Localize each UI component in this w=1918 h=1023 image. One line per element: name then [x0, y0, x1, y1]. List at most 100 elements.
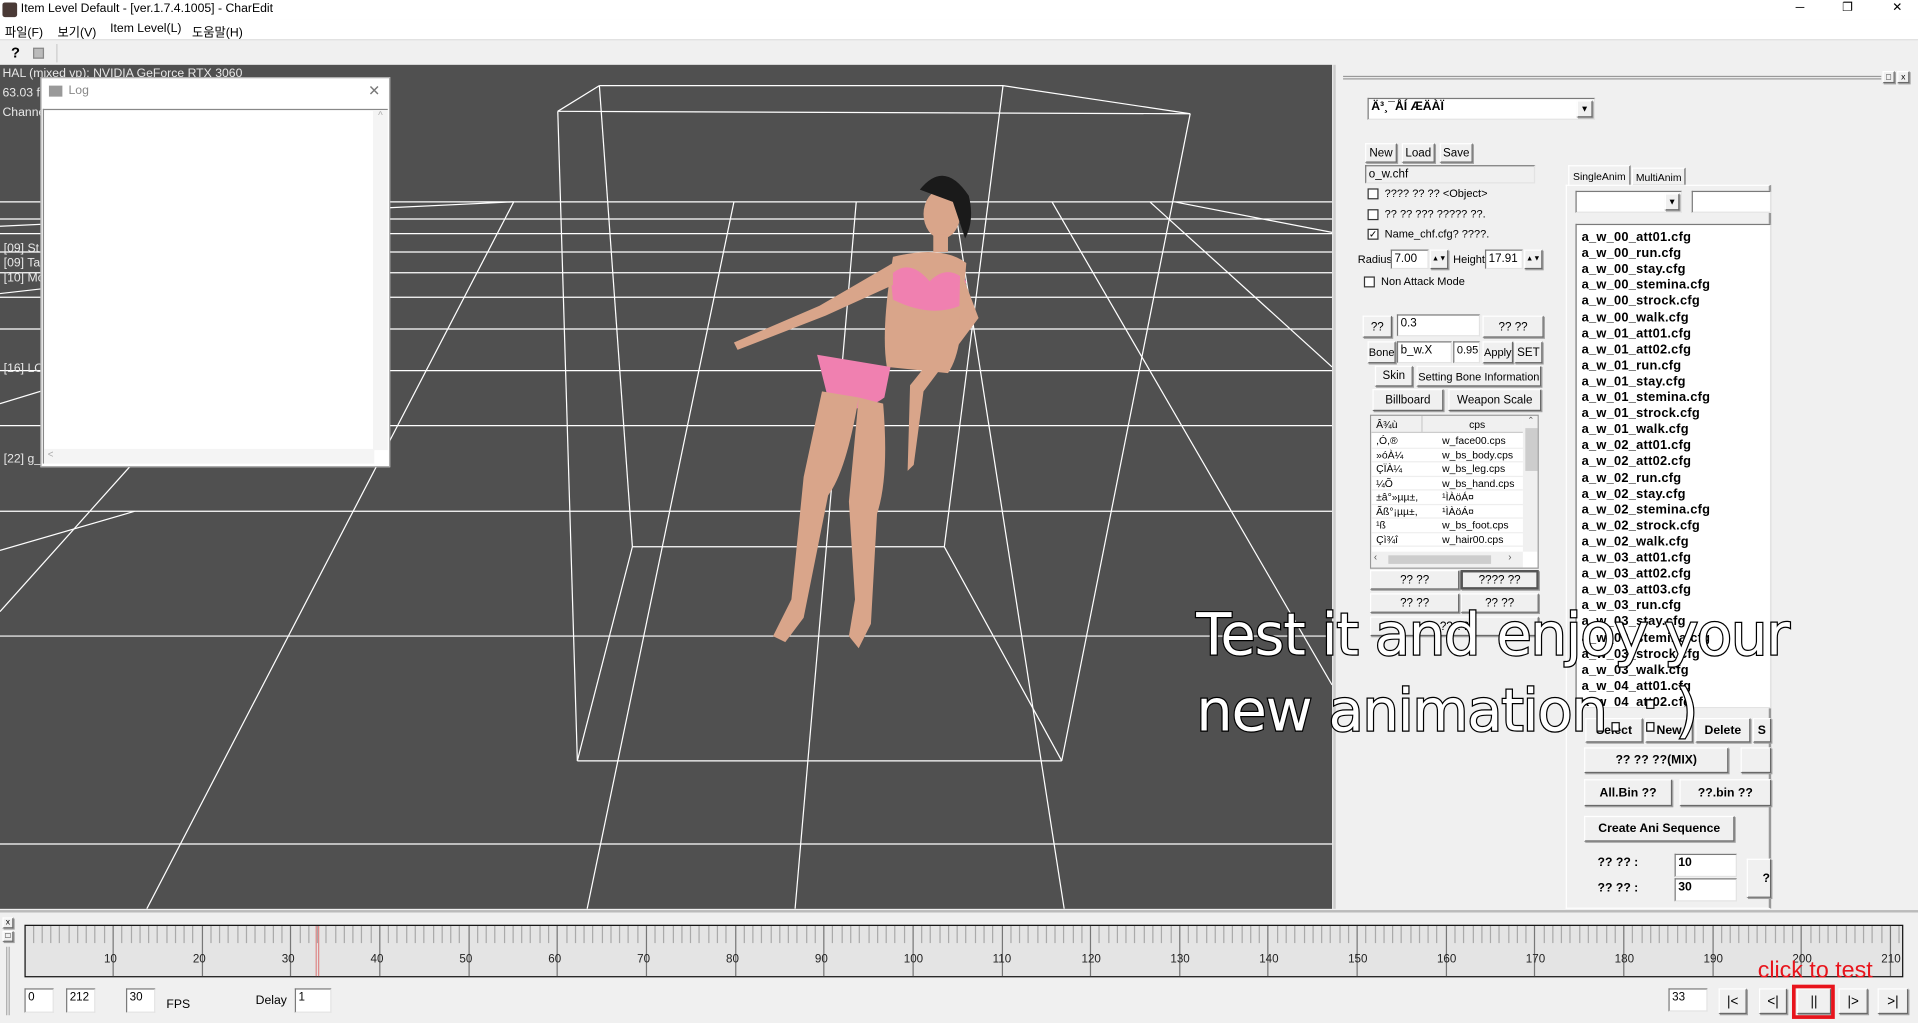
- playhead-marker[interactable]: [315, 925, 320, 977]
- bone-button[interactable]: Bone: [1367, 341, 1396, 364]
- list-item[interactable]: a_w_01_run.cfg: [1582, 358, 1682, 373]
- current-frame-field[interactable]: 33: [1668, 988, 1708, 1012]
- tab-multi-anim[interactable]: MultiAnim: [1631, 167, 1686, 186]
- anim-filter-combo[interactable]: ▼: [1575, 190, 1682, 213]
- timeline-float-button[interactable]: □: [2, 930, 14, 942]
- first-frame-button[interactable]: |<: [1718, 988, 1747, 1015]
- timeline-ruler[interactable]: 10 20 30 40 50 60 70 80 90 100 110 120 130 140 150 160 1…: [24, 924, 1904, 978]
- list-item[interactable]: a_w_02_att01.cfg: [1582, 438, 1692, 453]
- help-icon[interactable]: ?: [11, 44, 20, 61]
- file-type-combo[interactable]: Ä³¸¯ÅÍ ÆÄÀÏ ▼: [1367, 97, 1596, 120]
- checkbox-option2[interactable]: [1367, 209, 1379, 221]
- list-item[interactable]: a_w_00_stay.cfg: [1582, 262, 1686, 277]
- column-header-cps[interactable]: cps: [1469, 418, 1485, 430]
- height-field[interactable]: 17.91: [1484, 249, 1523, 270]
- table-row[interactable]: ÇÏÀ¼ w_bs_leg.cps: [1371, 462, 1523, 477]
- list-item[interactable]: a_w_03_att02.cfg: [1582, 566, 1692, 581]
- tab-single-anim[interactable]: SingleAnim: [1568, 165, 1631, 186]
- height-spinner[interactable]: ▲▼: [1524, 249, 1543, 270]
- q-value-field[interactable]: 0.3: [1396, 314, 1481, 337]
- skin-button[interactable]: Skin: [1374, 365, 1413, 387]
- list-item[interactable]: a_w_02_att02.cfg: [1582, 454, 1692, 469]
- save-button[interactable]: Save: [1439, 143, 1473, 163]
- refresh-icon[interactable]: [33, 47, 45, 59]
- field2-input[interactable]: 30: [1674, 878, 1737, 902]
- timeline-close-button[interactable]: x: [2, 917, 14, 929]
- anim-search-field[interactable]: [1691, 190, 1772, 213]
- billboard-button[interactable]: Billboard: [1372, 388, 1444, 411]
- list-item[interactable]: a_w_01_stay.cfg: [1582, 374, 1686, 389]
- parts-button-2[interactable]: ???? ??: [1460, 570, 1539, 590]
- list-item[interactable]: a_w_03_att01.cfg: [1582, 550, 1692, 565]
- checkbox-name-chf[interactable]: ✓: [1367, 228, 1379, 240]
- column-header-part[interactable]: Â¾ù: [1376, 418, 1397, 430]
- list-item[interactable]: a_w_02_walk.cfg: [1582, 534, 1689, 549]
- chf-file-field[interactable]: o_w.chf: [1365, 165, 1536, 184]
- new-button[interactable]: New: [1365, 143, 1397, 163]
- q-button[interactable]: ??: [1362, 315, 1393, 338]
- list-item[interactable]: a_w_01_strock.cfg: [1582, 406, 1700, 421]
- start-frame-field[interactable]: 0: [24, 988, 54, 1013]
- delay-field[interactable]: 1: [294, 988, 332, 1013]
- minimize-button[interactable]: ─: [1796, 1, 1805, 14]
- last-frame-button[interactable]: >|: [1877, 988, 1909, 1015]
- menu-file[interactable]: 파일(F): [5, 22, 43, 40]
- close-button[interactable]: ✕: [1892, 1, 1902, 14]
- list-item[interactable]: a_w_01_stemina.cfg: [1582, 390, 1711, 405]
- non-attack-checkbox[interactable]: [1363, 276, 1375, 288]
- log-content[interactable]: ^ <: [42, 108, 388, 464]
- table-row[interactable]: ¼Õ w_bs_hand.cps: [1371, 476, 1523, 491]
- table-row[interactable]: ±â°»µµ±, ¹ÌÀöÁ¤: [1371, 491, 1523, 505]
- mix-button[interactable]: ?? ?? ??(MIX): [1584, 747, 1729, 774]
- list-item[interactable]: a_w_02_run.cfg: [1582, 470, 1682, 485]
- list-item[interactable]: a_w_01_att01.cfg: [1582, 326, 1692, 341]
- bone-scale-field[interactable]: 0.95: [1453, 341, 1481, 364]
- list-item[interactable]: a_w_00_stemina.cfg: [1582, 278, 1711, 293]
- delete-button[interactable]: Delete: [1695, 718, 1751, 743]
- s-button[interactable]: S: [1752, 718, 1772, 743]
- list-item[interactable]: a_w_02_strock.cfg: [1582, 518, 1700, 533]
- list-item[interactable]: a_w_02_stemina.cfg: [1582, 502, 1711, 517]
- list-item[interactable]: a_w_00_strock.cfg: [1582, 294, 1700, 309]
- parts-button-1[interactable]: ?? ??: [1369, 570, 1460, 590]
- panel-float-button[interactable]: □: [1882, 70, 1895, 84]
- all-bin-button[interactable]: All.Bin ??: [1584, 779, 1673, 807]
- table-row[interactable]: »óÀ¼ w_bs_body.cps: [1371, 448, 1523, 463]
- load-button[interactable]: Load: [1401, 143, 1435, 163]
- bone-name-field[interactable]: b_w.X: [1396, 341, 1452, 364]
- checkbox-object[interactable]: [1367, 188, 1379, 200]
- end-frame-field[interactable]: 212: [66, 988, 96, 1013]
- qq-button[interactable]: ?? ??: [1482, 315, 1544, 338]
- radius-field[interactable]: 7.00: [1390, 249, 1429, 270]
- apply-button[interactable]: Apply: [1482, 341, 1514, 364]
- setting-bone-info-button[interactable]: Setting Bone Information: [1416, 365, 1542, 387]
- log-close-button[interactable]: ✕: [368, 82, 380, 99]
- table-row[interactable]: Ãß°¡µµ±, ¹ÌÀöÁ¤: [1371, 505, 1523, 519]
- next-frame-button[interactable]: |>: [1838, 988, 1868, 1015]
- chevron-down-icon[interactable]: ▼: [1664, 193, 1680, 211]
- menu-help[interactable]: 도움말(H): [192, 22, 243, 40]
- log-hscrollbar[interactable]: <: [44, 448, 375, 464]
- list-item[interactable]: a_w_00_att01.cfg: [1582, 230, 1692, 245]
- list-item[interactable]: a_w_03_att03.cfg: [1582, 582, 1692, 597]
- maximize-button[interactable]: ❐: [1842, 1, 1853, 14]
- fps-field[interactable]: 30: [125, 988, 156, 1013]
- radius-spinner[interactable]: ▲▼: [1429, 249, 1449, 270]
- panel-close-button[interactable]: x: [1897, 70, 1910, 84]
- list-item[interactable]: a_w_00_walk.cfg: [1582, 310, 1689, 325]
- list-item[interactable]: a_w_01_att02.cfg: [1582, 342, 1692, 357]
- set-button[interactable]: SET: [1514, 341, 1543, 364]
- table-hscrollbar[interactable]: ‹ ›: [1371, 551, 1523, 568]
- chevron-down-icon[interactable]: ▼: [1576, 100, 1593, 118]
- weapon-scale-button[interactable]: Weapon Scale: [1448, 388, 1542, 411]
- list-item[interactable]: a_w_00_run.cfg: [1582, 246, 1682, 261]
- table-vscrollbar[interactable]: ⌃: [1522, 415, 1538, 552]
- create-ani-sequence-button[interactable]: Create Ani Sequence: [1584, 815, 1735, 842]
- prev-frame-button[interactable]: <|: [1758, 988, 1788, 1015]
- table-row[interactable]: ¹ß w_bs_foot.cps: [1371, 519, 1523, 533]
- field1-input[interactable]: 10: [1674, 853, 1737, 878]
- menu-view[interactable]: 보기(V): [57, 22, 96, 40]
- menu-item-level[interactable]: Item Level(L): [110, 22, 181, 35]
- log-vscrollbar[interactable]: ^: [373, 110, 388, 451]
- list-item[interactable]: a_w_02_stay.cfg: [1582, 486, 1686, 501]
